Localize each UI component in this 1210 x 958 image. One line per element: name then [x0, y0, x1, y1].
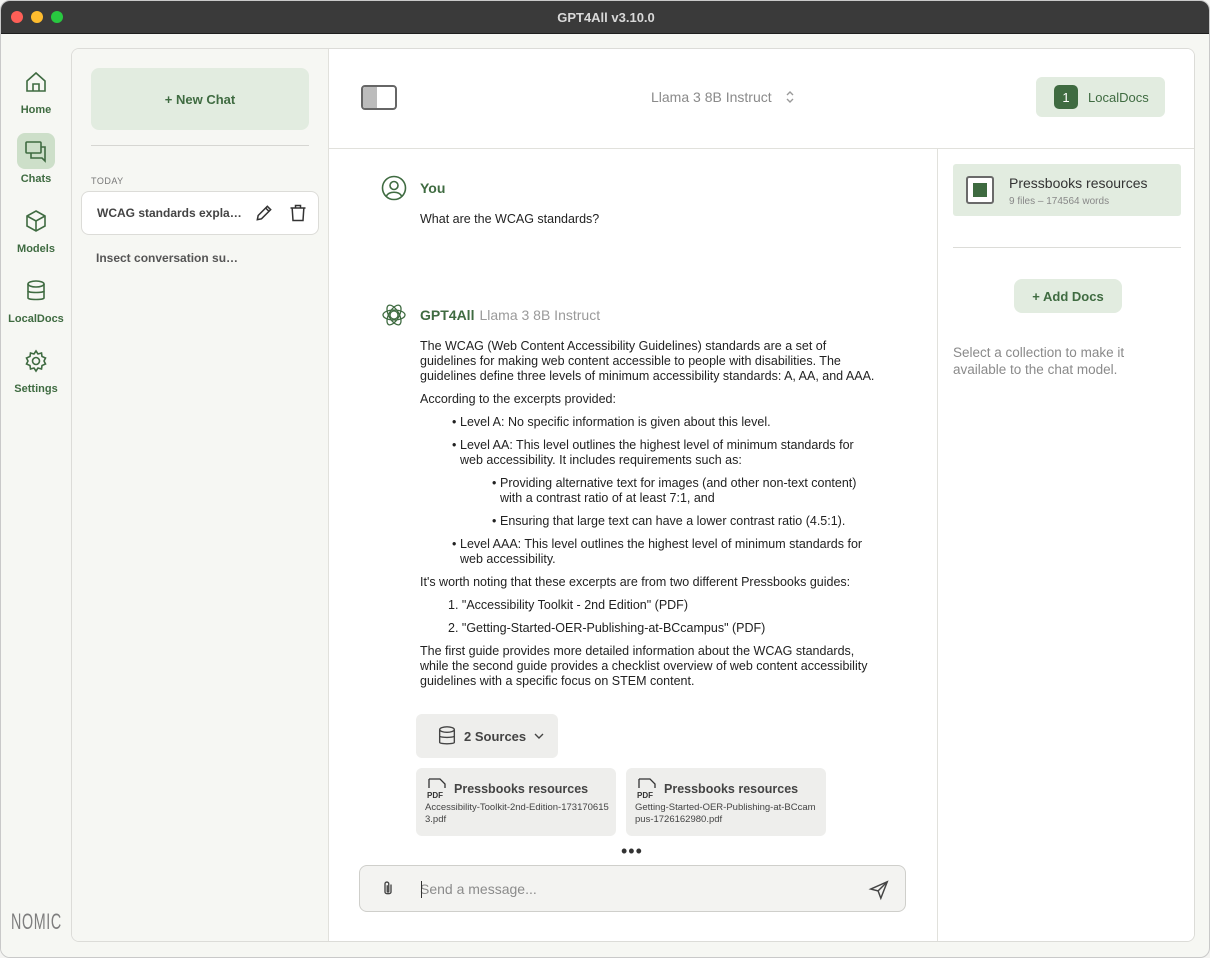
- source-card[interactable]: PDF Pressbooks resources Accessibility-T…: [416, 768, 616, 836]
- main-content: + New Chat TODAY WCAG standards explanat…: [71, 48, 1195, 942]
- source-filename: Accessibility-Toolkit-2nd-Edition-173170…: [425, 802, 609, 825]
- sidebar-divider: [91, 145, 309, 146]
- pdf-file-icon: PDF: [637, 778, 656, 800]
- paperclip-icon[interactable]: [379, 880, 397, 898]
- collection-name: Pressbooks resources: [1009, 175, 1148, 191]
- source-card[interactable]: PDF Pressbooks resources Getting-Started…: [626, 768, 826, 836]
- toggle-sidebar-button[interactable]: [361, 85, 397, 110]
- gpt4all-avatar-icon: [382, 304, 406, 326]
- aa-sub-list: Providing alternative text for images (a…: [450, 476, 875, 529]
- user-message-header: You: [420, 180, 445, 196]
- chat-item-wcag[interactable]: WCAG standards explanation: [81, 191, 319, 235]
- database-icon: [17, 273, 55, 309]
- nav-models-label: Models: [17, 243, 55, 255]
- nav-home-label: Home: [20, 104, 52, 116]
- nav-chats[interactable]: Chats: [1, 133, 71, 185]
- new-chat-button[interactable]: + New Chat: [91, 68, 309, 130]
- svg-text:PDF: PDF: [637, 791, 653, 800]
- source-collection: Pressbooks resources: [454, 782, 589, 796]
- trash-icon[interactable]: [286, 201, 310, 225]
- source-collection: Pressbooks resources: [664, 782, 799, 796]
- list-item: Providing alternative text for images (a…: [490, 476, 875, 506]
- nav-home[interactable]: Home: [1, 64, 71, 116]
- levels-list: Level A: No specific information is give…: [420, 415, 875, 567]
- user-message-text: What are the WCAG standards?: [420, 212, 600, 226]
- chat-icon: [17, 133, 55, 169]
- localdocs-toggle-button[interactable]: 1 LocalDocs: [1036, 77, 1165, 117]
- svg-text:PDF: PDF: [427, 791, 443, 800]
- chat-top-bar: Llama 3 8B Instruct 1 LocalDocs: [329, 49, 1194, 149]
- model-selector[interactable]: Llama 3 8B Instruct: [651, 89, 772, 105]
- chat-item-title: Insect conversation summary: [96, 251, 246, 265]
- message-input-box: [359, 865, 906, 912]
- closing-paragraph: The first guide provides more detailed i…: [420, 644, 868, 688]
- cube-icon: [17, 203, 55, 239]
- collection-meta: 9 files – 174564 words: [1009, 196, 1110, 207]
- window-title: GPT4All v3.10.0: [557, 10, 655, 25]
- edit-icon[interactable]: [252, 201, 276, 225]
- chat-item-title: WCAG standards explanation: [97, 206, 247, 220]
- add-docs-button[interactable]: + Add Docs: [1014, 279, 1122, 313]
- chevron-down-icon: [534, 733, 544, 739]
- assistant-message-header: GPT4All Llama 3 8B Instruct: [420, 307, 600, 323]
- text-caret: [421, 881, 422, 898]
- list-item: 1. "Accessibility Toolkit - 2nd Edition"…: [448, 598, 688, 612]
- more-indicator[interactable]: •••: [621, 842, 643, 860]
- home-icon: [17, 64, 55, 100]
- collection-checkbox[interactable]: [966, 176, 994, 204]
- gear-icon: [17, 343, 55, 379]
- nav-localdocs[interactable]: LocalDocs: [1, 273, 71, 325]
- assistant-message-body: The WCAG (Web Content Accessibility Guid…: [420, 339, 875, 697]
- user-name: You: [420, 180, 446, 196]
- list-item: Level AA: This level outlines the highes…: [450, 438, 875, 468]
- sources-toggle-button[interactable]: 2 Sources: [416, 714, 558, 758]
- app-window: GPT4All v3.10.0 Home Chats Models LocalD…: [0, 0, 1210, 958]
- according-paragraph: According to the excerpts provided:: [420, 392, 616, 406]
- noting-paragraph: It's worth noting that these excerpts ar…: [420, 575, 851, 589]
- conversation-view: You What are the WCAG standards? GPT4All…: [329, 149, 937, 941]
- collection-hint: Select a collection to make it available…: [953, 345, 1125, 377]
- section-label-today: TODAY: [91, 176, 124, 186]
- main-navigation: Home Chats Models LocalDocs Settings NOM…: [1, 34, 71, 957]
- nav-localdocs-label: LocalDocs: [8, 313, 64, 325]
- database-icon: [438, 726, 456, 745]
- collection-item[interactable]: Pressbooks resources 9 files – 174564 wo…: [953, 164, 1181, 216]
- sources-label: 2 Sources: [464, 728, 527, 744]
- panel-divider: [953, 247, 1181, 248]
- list-item: Level A: No specific information is give…: [450, 415, 875, 430]
- localdocs-panel: Pressbooks resources 9 files – 174564 wo…: [937, 149, 1194, 941]
- list-item: Level AAA: This level outlines the highe…: [450, 537, 875, 567]
- intro-paragraph: The WCAG (Web Content Accessibility Guid…: [420, 339, 875, 383]
- message-input[interactable]: [420, 878, 840, 900]
- user-avatar-icon: [381, 175, 407, 201]
- list-item: 2. "Getting-Started-OER-Publishing-at-BC…: [448, 621, 766, 635]
- nav-models[interactable]: Models: [1, 203, 71, 255]
- nomic-logo: NOMIC: [11, 909, 62, 934]
- localdocs-label: LocalDocs: [1088, 89, 1149, 105]
- chat-item-insect[interactable]: Insect conversation summary: [81, 236, 319, 280]
- assistant-name: GPT4All: [420, 307, 475, 323]
- nav-chats-label: Chats: [20, 173, 52, 185]
- toggle-sidebar-fill: [363, 87, 377, 108]
- source-filename: Getting-Started-OER-Publishing-at-BCcamp…: [635, 802, 816, 825]
- send-icon[interactable]: [868, 879, 890, 901]
- title-bar: GPT4All v3.10.0: [1, 1, 1209, 34]
- localdocs-count-badge: 1: [1054, 85, 1078, 109]
- nav-settings[interactable]: Settings: [1, 343, 71, 395]
- chat-list-sidebar: + New Chat TODAY WCAG standards explanat…: [72, 49, 329, 941]
- list-item: Ensuring that large text can have a lowe…: [490, 514, 875, 529]
- assistant-model-name: Llama 3 8B Instruct: [479, 307, 601, 323]
- pdf-file-icon: PDF: [427, 778, 446, 800]
- nav-settings-label: Settings: [14, 383, 58, 395]
- chevron-updown-icon[interactable]: [785, 89, 795, 107]
